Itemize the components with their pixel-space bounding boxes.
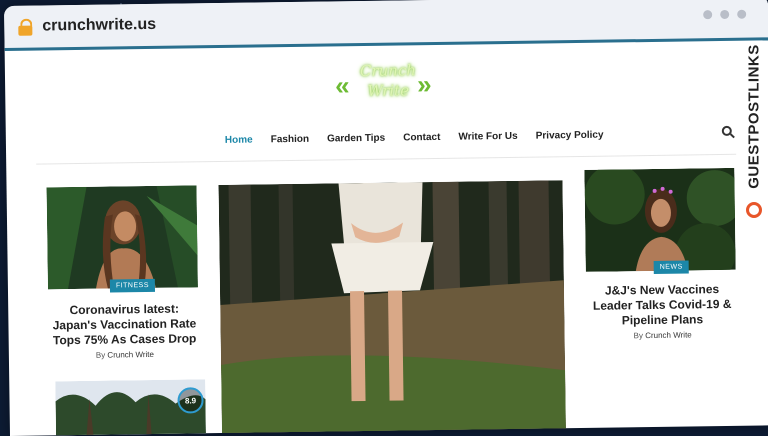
post-byline: By Crunch Write	[49, 349, 201, 360]
logo-text: Crunch Write	[359, 61, 417, 100]
nav-item-fashion[interactable]: Fashion	[262, 134, 318, 146]
nav-item-contact[interactable]: Contact	[394, 132, 449, 144]
post-title[interactable]: J&J's New Vaccines Leader Talks Covid-19…	[586, 282, 739, 329]
watermark-text: GUESTPOSTLINKS	[745, 44, 763, 189]
main-navigation: Home Fashion Garden Tips Contact Write F…	[216, 130, 613, 147]
post-byline: By Crunch Write	[587, 330, 739, 341]
nav-item-home[interactable]: Home	[216, 134, 262, 146]
search-icon[interactable]	[721, 125, 735, 139]
post-image-news[interactable]	[584, 167, 736, 272]
post-author[interactable]: Crunch Write	[107, 350, 154, 360]
browser-window: crunchwrite.us « Crunch Write » Home Fas…	[4, 0, 768, 436]
byline-prefix: By	[633, 331, 644, 341]
category-badge[interactable]: FITNESS	[109, 278, 156, 293]
post-author[interactable]: Crunch Write	[645, 330, 692, 340]
logo-chevron-right-icon: »	[416, 69, 432, 100]
header-divider	[36, 153, 737, 165]
link-logo-icon	[746, 202, 762, 218]
byline-prefix: By	[95, 350, 106, 360]
guestpostlinks-watermark: GUESTPOSTLINKS	[741, 38, 767, 228]
post-title[interactable]: Coronavirus latest: Japan's Vaccination …	[48, 301, 201, 348]
logo-chevron-left-icon: «	[334, 70, 350, 101]
window-control-dot[interactable]	[720, 9, 730, 20]
window-controls	[703, 9, 747, 20]
post-image-fitness[interactable]	[46, 185, 198, 290]
featured-post-image[interactable]	[218, 180, 567, 436]
site-logo[interactable]: « Crunch Write »	[335, 58, 440, 111]
address-bar[interactable]: crunchwrite.us	[4, 0, 768, 51]
nav-item-privacy-policy[interactable]: Privacy Policy	[527, 130, 613, 142]
window-control-dot[interactable]	[703, 10, 713, 20]
url-text[interactable]: crunchwrite.us	[42, 16, 156, 36]
nav-item-write-for-us[interactable]: Write For Us	[449, 131, 526, 143]
window-control-dot[interactable]	[737, 9, 747, 19]
category-badge[interactable]: NEWS	[653, 260, 689, 274]
nav-item-garden-tips[interactable]: Garden Tips	[318, 133, 394, 145]
lock-icon	[18, 18, 33, 36]
